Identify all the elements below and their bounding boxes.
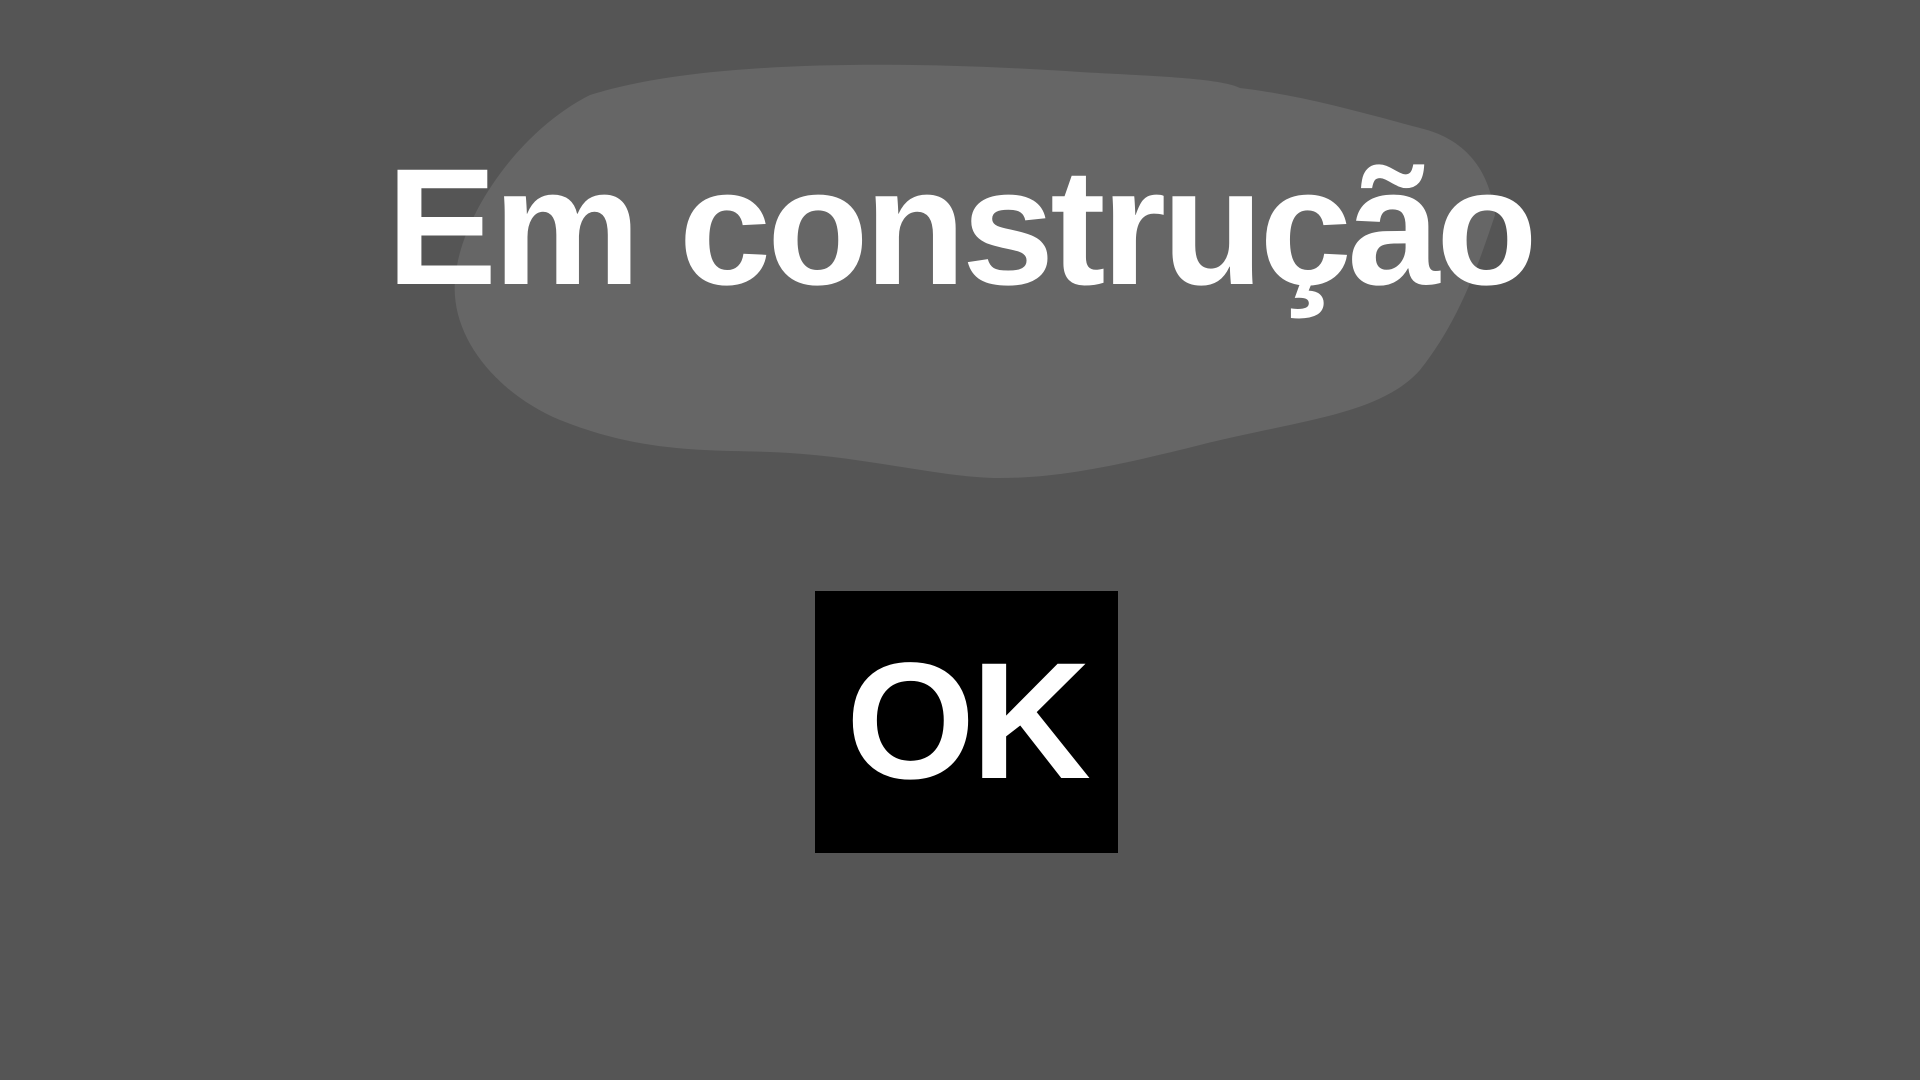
under-construction-screen: Em construção OK (0, 0, 1920, 1080)
ok-button[interactable]: OK (815, 591, 1118, 853)
page-title: Em construção (386, 135, 1537, 320)
